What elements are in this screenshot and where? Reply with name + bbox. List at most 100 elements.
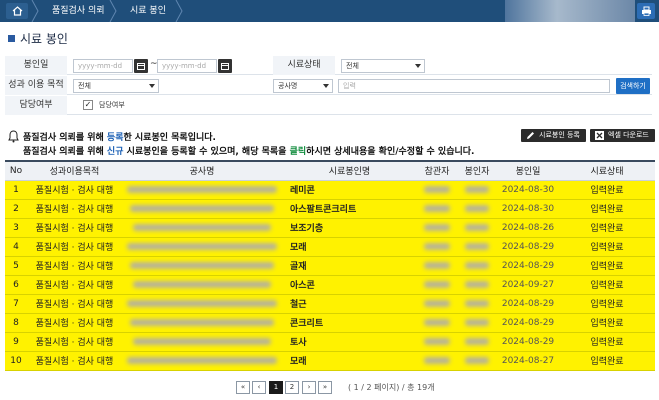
cell-no: 1 <box>5 180 27 200</box>
table-row[interactable]: 8 품질시험 · 검사 대행 콘크리트 2024-08-29 입력완료 <box>5 313 655 333</box>
excel-download-button[interactable]: 엑셀 다운로드 <box>590 129 655 142</box>
home-button[interactable] <box>6 3 28 19</box>
col-header-seal-date: 봉인일 <box>497 160 559 181</box>
table-row[interactable]: 2 품질시험 · 검사 대행 아스팔트콘크리트 2024-08-30 입력완료 <box>5 199 655 219</box>
col-header-sealer: 봉인자 <box>457 160 497 181</box>
cell-seal-name: 콘크리트 <box>282 313 417 333</box>
redacted-text <box>130 204 274 212</box>
chevron-down-icon <box>323 84 329 88</box>
cell-status: 입력완료 <box>559 275 655 295</box>
cell-no: 5 <box>5 256 27 276</box>
cell-sealer-redacted <box>457 237 497 257</box>
redacted-text <box>465 318 489 326</box>
prev-page-button[interactable]: ‹ <box>252 381 266 394</box>
cell-seal-date: 2024-08-29 <box>497 294 559 314</box>
search-field-select[interactable]: 공사명 <box>273 79 333 93</box>
register-seal-button[interactable]: 시료봉인 등록 <box>521 129 586 142</box>
purpose-label: 성과 이용 목적 <box>5 76 67 95</box>
redacted-text <box>133 280 271 288</box>
title-bullet-icon <box>8 35 15 42</box>
table-row[interactable]: 4 품질시험 · 검사 대행 모래 2024-08-29 입력완료 <box>5 237 655 257</box>
breadcrumb-separator-icon <box>31 0 39 22</box>
cell-observer-redacted <box>417 351 457 371</box>
page-2-button[interactable]: 2 <box>285 381 299 394</box>
charge-checkbox[interactable]: ✓ <box>83 100 93 110</box>
date-to-calendar-button[interactable] <box>218 59 232 73</box>
cell-status: 입력완료 <box>559 332 655 352</box>
date-from-input[interactable]: yyyy-mm-dd <box>73 59 133 73</box>
home-icon <box>12 6 22 16</box>
print-button[interactable] <box>637 3 655 19</box>
excel-download-button-label: 엑셀 다운로드 <box>608 131 649 139</box>
redacted-text <box>424 204 450 212</box>
table-row[interactable]: 9 품질시험 · 검사 대행 토사 2024-08-29 입력완료 <box>5 332 655 352</box>
notice-text: 시료봉인을 등록할 수 있으며, 해당 목록을 <box>123 147 290 157</box>
notice-text: 품질검사 의뢰를 위해 <box>23 133 107 143</box>
notice-line-1: 품질검사 의뢰를 위해 등록한 시료봉인 목록입니다. <box>23 130 216 143</box>
form-row-purpose: 성과 이용 목적 전체 공사명 입력 검색하기 <box>5 76 652 95</box>
calendar-icon <box>137 63 145 70</box>
table-row[interactable]: 6 품질시험 · 검사 대행 아스콘 2024-09-27 입력완료 <box>5 275 655 295</box>
search-button[interactable]: 검색하기 <box>616 78 650 94</box>
next-page-button[interactable]: › <box>302 381 316 394</box>
cell-project-redacted <box>122 294 282 314</box>
last-page-button[interactable]: » <box>318 381 332 394</box>
cell-seal-date: 2024-08-30 <box>497 199 559 219</box>
date-to-input[interactable]: yyyy-mm-dd <box>157 59 217 73</box>
page-title: 시료 봉인 <box>8 30 68 47</box>
table-row[interactable]: 1 품질시험 · 검사 대행 레미콘 2024-08-30 입력완료 <box>5 180 655 200</box>
cell-observer-redacted <box>417 332 457 352</box>
purpose-value: 전체 <box>78 82 91 90</box>
cell-no: 4 <box>5 237 27 257</box>
redacted-text <box>465 185 489 193</box>
cell-sealer-redacted <box>457 199 497 219</box>
pencil-icon <box>527 132 534 139</box>
cell-no: 6 <box>5 275 27 295</box>
cell-purpose: 품질시험 · 검사 대행 <box>27 256 122 276</box>
table-body: 1 품질시험 · 검사 대행 레미콘 2024-08-30 입력완료 2 품질시험 · 검사… <box>5 180 655 371</box>
cell-no: 10 <box>5 351 27 371</box>
redacted-text <box>130 261 274 269</box>
first-page-button[interactable]: « <box>236 381 250 394</box>
table-row[interactable]: 5 품질시험 · 검사 대행 골재 2024-08-29 입력완료 <box>5 256 655 276</box>
sample-status-select[interactable]: 전체 <box>341 59 425 73</box>
cell-project-redacted <box>122 332 282 352</box>
redacted-text <box>465 223 489 231</box>
table-row[interactable]: 7 품질시험 · 검사 대행 철근 2024-08-29 입력완료 <box>5 294 655 314</box>
cell-observer-redacted <box>417 199 457 219</box>
cell-status: 입력완료 <box>559 237 655 257</box>
notice-text: 한 시료봉인 목록입니다. <box>123 133 216 143</box>
notice-highlight-click: 클릭 <box>289 147 307 157</box>
date-from-calendar-button[interactable] <box>134 59 148 73</box>
keyword-input[interactable]: 입력 <box>338 79 610 93</box>
cell-observer-redacted <box>417 313 457 333</box>
redacted-text <box>133 223 271 231</box>
breadcrumb-item-quality-request[interactable]: 품질검사 의뢰 <box>52 0 105 22</box>
cell-seal-date: 2024-08-29 <box>497 256 559 276</box>
notice-text: 품질검사 의뢰를 위해 <box>23 147 107 157</box>
cell-sealer-redacted <box>457 218 497 238</box>
breadcrumb-separator-icon <box>109 0 117 22</box>
redacted-text <box>465 280 489 288</box>
notice-line-2: 품질검사 의뢰를 위해 신규 시료봉인을 등록할 수 있으며, 해당 목록을 클… <box>23 144 474 157</box>
breadcrumb-item-sample-seal[interactable]: 시료 봉인 <box>130 0 166 22</box>
seal-date-label: 봉인일 <box>5 56 67 75</box>
cell-sealer-redacted <box>457 180 497 200</box>
cell-observer-redacted <box>417 237 457 257</box>
cell-no: 9 <box>5 332 27 352</box>
page-title-text: 시료 봉인 <box>20 32 68 46</box>
redacted-text <box>465 356 489 364</box>
redacted-text <box>424 223 450 231</box>
cell-seal-name: 토사 <box>282 332 417 352</box>
excel-icon <box>595 131 604 140</box>
cell-project-redacted <box>122 218 282 238</box>
redacted-text <box>465 242 489 250</box>
purpose-select[interactable]: 전체 <box>73 79 159 93</box>
cell-seal-date: 2024-08-29 <box>497 237 559 257</box>
cell-seal-date: 2024-08-29 <box>497 313 559 333</box>
form-row-charge: 담당여부 ✓ 담당여부 <box>5 96 652 115</box>
page-1-button[interactable]: 1 <box>269 381 283 394</box>
redacted-text <box>127 242 277 250</box>
table-row[interactable]: 3 품질시험 · 검사 대행 보조기층 2024-08-26 입력완료 <box>5 218 655 238</box>
table-row[interactable]: 10 품질시험 · 검사 대행 모래 2024-08-27 입력완료 <box>5 351 655 371</box>
